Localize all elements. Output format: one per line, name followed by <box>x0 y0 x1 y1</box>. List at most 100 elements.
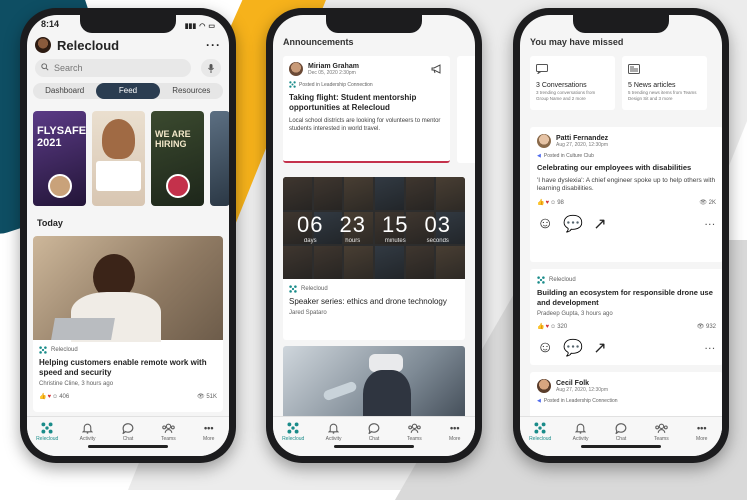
nav-label: More <box>449 436 461 442</box>
nav-more[interactable]: ••• More <box>191 421 227 442</box>
nav-relecloud[interactable]: Relecloud <box>29 421 65 442</box>
tile-news-articles[interactable]: 5 News articles 5 trending news items fr… <box>622 56 707 110</box>
nav-more[interactable]: ••• More <box>437 421 473 442</box>
reaction-count: 406 <box>59 393 70 400</box>
phone-notch <box>326 15 422 33</box>
story-card[interactable] <box>210 111 229 206</box>
phone-screen: Announcements Miriam Graham Dec 05, 2020… <box>273 15 475 456</box>
story-card[interactable] <box>92 111 145 206</box>
countdown-days: 06 days <box>297 212 324 244</box>
news-title[interactable]: Helping customers enable remote work wit… <box>39 358 217 378</box>
tab-feed[interactable]: Feed <box>96 83 160 99</box>
avatar[interactable] <box>35 37 51 53</box>
nav-label: Activity <box>79 436 96 442</box>
search-input[interactable]: Search <box>35 59 191 77</box>
like-icon: 👍 <box>537 324 545 330</box>
nav-relecloud[interactable]: Relecloud <box>522 421 558 442</box>
status-time: 8:14 <box>41 19 60 29</box>
phone-notch <box>573 15 669 33</box>
smile-icon: ☺ <box>52 393 59 400</box>
nav-activity[interactable]: Activity <box>563 421 599 442</box>
story-card[interactable]: WE ARE HIRING <box>151 111 204 206</box>
story-photo <box>102 119 135 159</box>
announcement-card[interactable]: Miriam Graham Dec 05, 2020 2:30pm Posted… <box>283 56 450 163</box>
nav-chat[interactable]: Chat <box>110 421 146 442</box>
announcement-title[interactable]: Taking flight: Student mentorship opport… <box>289 93 444 113</box>
announcement-body: Local school districts are looking for v… <box>289 118 441 132</box>
nav-relecloud[interactable]: Relecloud <box>275 421 311 442</box>
tile-title: 3 Conversations <box>536 82 587 89</box>
nav-activity[interactable]: Activity <box>316 421 352 442</box>
home-indicator <box>581 445 661 448</box>
reaction-count: 320 <box>557 323 568 330</box>
relecloud-icon <box>40 421 54 435</box>
countdown-hours: 23 hours <box>339 212 366 244</box>
story-card[interactable]: FLYSAFE 2021 <box>33 111 86 206</box>
post-actions: ☺ 💬 ↗ ··· <box>537 338 716 358</box>
reactions-row: 👍 ♥ ☺ 406 👁 51K <box>39 393 217 401</box>
phone-screen: You may have missed 3 Conversations 3 tr… <box>520 15 722 456</box>
post-date: Aug 27, 2020, 12:30pm <box>556 141 608 148</box>
announcement-author: Miriam Graham Dec 05, 2020 2:30pm <box>289 62 444 76</box>
nav-label: Chat <box>368 436 380 442</box>
nav-activity[interactable]: Activity <box>70 421 106 442</box>
nav-teams[interactable]: Teams <box>150 421 186 442</box>
post-date: Aug 27, 2020, 12:30pm <box>556 386 608 393</box>
news-card-image[interactable] <box>283 346 465 426</box>
nav-label: Relecloud <box>529 436 552 442</box>
like-icon: 👍 <box>537 200 545 206</box>
react-icon[interactable]: ☺ <box>537 339 553 357</box>
summary-tiles: 3 Conversations 3 trending conversations… <box>530 56 707 110</box>
nav-label: Teams <box>406 436 422 442</box>
views-count: 👁 932 <box>696 324 716 330</box>
post-card[interactable]: Patti Fernandez Aug 27, 2020, 12:30pm ◀ … <box>530 127 722 262</box>
event-title[interactable]: Speaker series: ethics and drone technol… <box>289 296 459 307</box>
views-count: 👁 51K <box>197 394 217 400</box>
more-icon: ••• <box>697 423 707 433</box>
teams-icon <box>654 421 668 435</box>
share-icon[interactable]: ↗ <box>593 338 606 358</box>
tab-dashboard[interactable]: Dashboard <box>33 83 96 99</box>
story-avatar <box>165 174 190 198</box>
news-source: Relecloud <box>39 346 217 354</box>
tab-resources[interactable]: Resources <box>160 83 223 99</box>
avatar <box>289 62 303 76</box>
post-author: Patti Fernandez Aug 27, 2020, 12:30pm <box>537 134 716 148</box>
nav-more[interactable]: ••• More <box>684 421 720 442</box>
nav-teams[interactable]: Teams <box>396 421 432 442</box>
comment-icon[interactable]: 💬 <box>563 338 583 358</box>
chat-icon <box>367 421 381 435</box>
announcement-card-peek[interactable] <box>457 56 475 163</box>
react-icon[interactable]: ☺ <box>537 215 553 233</box>
microphone-icon[interactable] <box>201 59 221 77</box>
post-title[interactable]: Celebrating our employees with disabilit… <box>537 163 716 173</box>
comment-icon[interactable]: 💬 <box>563 214 583 234</box>
countdown-seconds: 03 seconds <box>424 212 451 244</box>
chat-icon <box>614 421 628 435</box>
status-icons: ▮▮▮ ◠ ▭ <box>185 19 215 33</box>
event-card[interactable]: 06 days 23 hours 15 minutes 03 seconds Relec… <box>283 177 465 340</box>
news-card-image <box>33 236 223 342</box>
relecloud-icon <box>286 421 300 435</box>
avatar <box>537 379 551 393</box>
nav-chat[interactable]: Chat <box>603 421 639 442</box>
story-title: FLYSAFE 2021 <box>37 125 86 149</box>
post-body: 'I have dyslexia': A chief engineer spok… <box>537 177 716 192</box>
more-options-icon[interactable]: ··· <box>705 344 716 353</box>
post-card[interactable]: Relecloud Building an ecosystem for resp… <box>530 269 722 365</box>
nav-teams[interactable]: Teams <box>643 421 679 442</box>
news-icon <box>628 64 640 74</box>
search-placeholder: Search <box>54 63 83 73</box>
tile-conversations[interactable]: 3 Conversations 3 trending conversations… <box>530 56 615 110</box>
home-indicator <box>334 445 414 448</box>
smile-icon: ☺ <box>550 323 557 330</box>
more-options-icon[interactable]: ··· <box>705 220 716 229</box>
news-card[interactable]: Relecloud Helping customers enable remot… <box>33 236 223 412</box>
phone-feed: 8:14 ▮▮▮ ◠ ▭ Relecloud ··· Search Dashbo… <box>20 8 236 463</box>
section-announcements: Announcements <box>283 37 354 47</box>
story-avatar <box>47 174 72 198</box>
share-icon[interactable]: ↗ <box>593 214 606 234</box>
post-title[interactable]: Building an ecosystem for responsible dr… <box>537 288 716 308</box>
more-options-icon[interactable]: ··· <box>206 38 221 52</box>
nav-chat[interactable]: Chat <box>356 421 392 442</box>
